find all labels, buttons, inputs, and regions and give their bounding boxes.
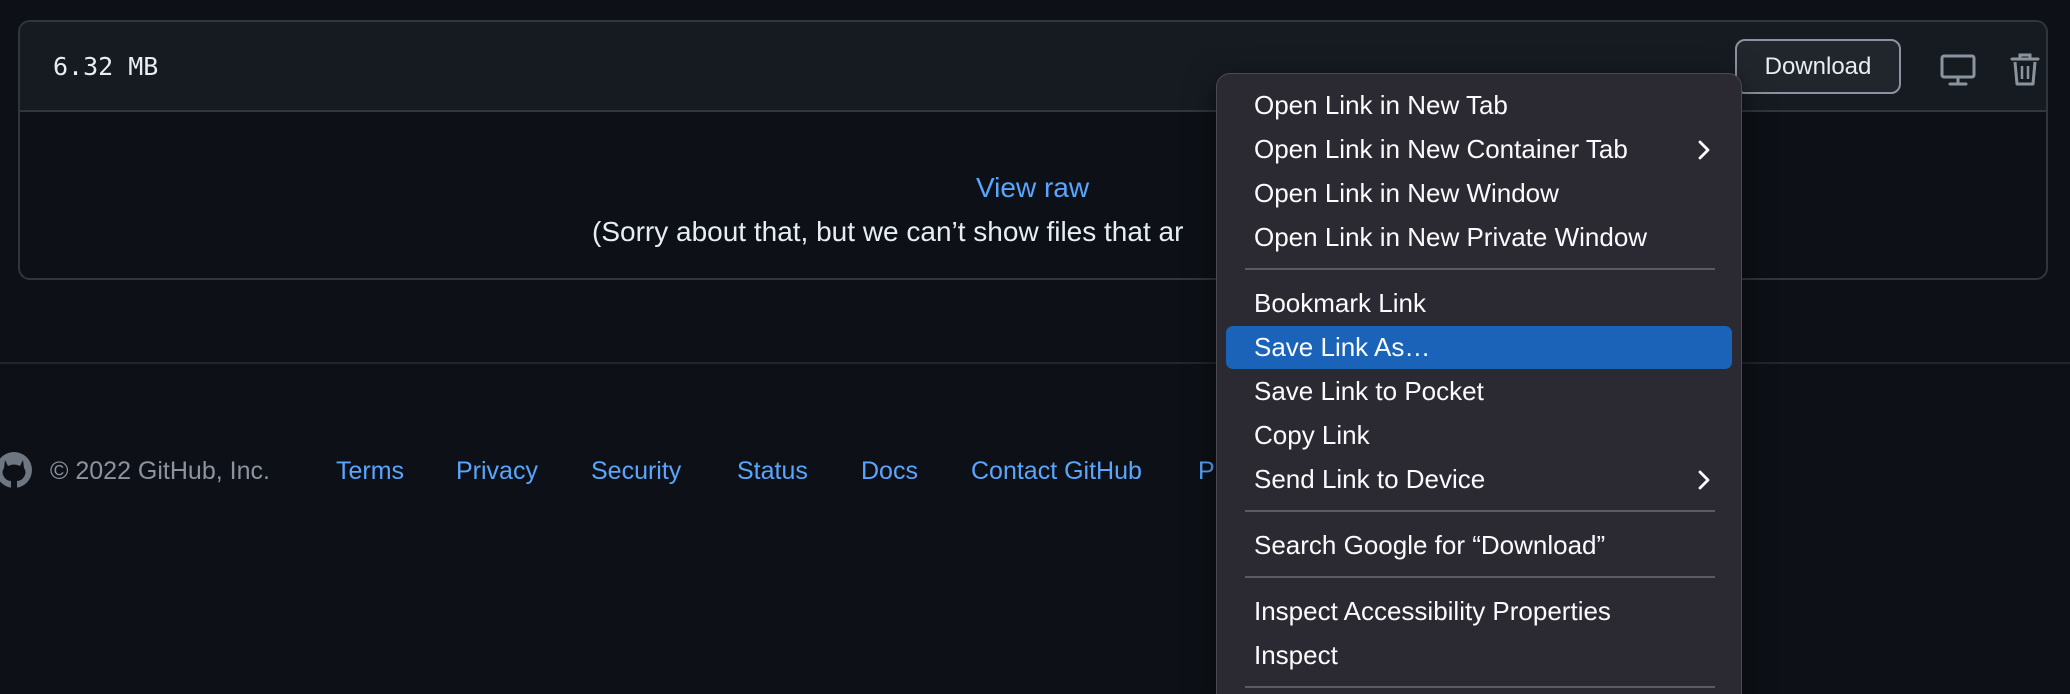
menu-item-open-new-tab[interactable]: Open Link in New Tab	[1226, 84, 1732, 127]
context-menu: Open Link in New Tab Open Link in New Co…	[1216, 73, 1742, 694]
menu-item-bookmark-link[interactable]: Bookmark Link	[1226, 282, 1732, 325]
desktop-icon[interactable]	[1938, 50, 1978, 90]
menu-item-inspect-accessibility[interactable]: Inspect Accessibility Properties	[1226, 590, 1732, 633]
menu-item-label: Open Link in New Private Window	[1254, 222, 1648, 252]
menu-item-label: Bookmark Link	[1254, 288, 1426, 318]
menu-item-open-container-tab[interactable]: Open Link in New Container Tab	[1226, 128, 1732, 171]
file-box: 6.32 MB Download View raw (Sorry about t…	[18, 20, 2048, 280]
menu-separator	[1245, 576, 1715, 578]
menu-item-label: Save Link As…	[1254, 332, 1431, 362]
file-header: 6.32 MB Download	[20, 22, 2046, 112]
footer-link-contact-github[interactable]: Contact GitHub	[971, 457, 1142, 486]
footer-link-status[interactable]: Status	[737, 457, 808, 486]
footer-link-security[interactable]: Security	[591, 457, 681, 486]
menu-item-save-to-pocket[interactable]: Save Link to Pocket	[1226, 370, 1732, 413]
file-too-large-message: (Sorry about that, but we can’t show fil…	[592, 216, 1184, 247]
menu-item-label: Search Google for “Download”	[1254, 530, 1606, 560]
menu-separator	[1245, 268, 1715, 270]
menu-item-label: Inspect	[1254, 640, 1338, 670]
trash-icon[interactable]	[2007, 50, 2046, 90]
menu-item-open-new-window[interactable]: Open Link in New Window	[1226, 172, 1732, 215]
chevron-right-icon	[1698, 470, 1710, 490]
file-body: View raw (Sorry about that, but we can’t…	[20, 112, 2046, 278]
menu-separator	[1245, 510, 1715, 512]
menu-item-copy-link[interactable]: Copy Link	[1226, 414, 1732, 457]
menu-item-send-to-device[interactable]: Send Link to Device	[1226, 458, 1732, 501]
menu-item-label: Inspect Accessibility Properties	[1254, 596, 1611, 626]
menu-item-save-link-as[interactable]: Save Link As…	[1226, 326, 1732, 369]
menu-item-open-private-window[interactable]: Open Link in New Private Window	[1226, 216, 1732, 259]
menu-item-label: Save Link to Pocket	[1254, 376, 1484, 406]
menu-separator	[1245, 686, 1715, 688]
footer-divider	[0, 362, 2070, 364]
footer-link-docs[interactable]: Docs	[861, 457, 918, 486]
github-logo-icon[interactable]	[0, 446, 34, 494]
footer-copyright: © 2022 GitHub, Inc.	[50, 457, 270, 485]
view-raw-link[interactable]: View raw	[976, 172, 1089, 204]
footer-link-privacy[interactable]: Privacy	[456, 457, 538, 486]
menu-item-label: Copy Link	[1254, 420, 1370, 450]
chevron-right-icon	[1698, 140, 1710, 160]
file-size: 6.32 MB	[53, 52, 159, 81]
footer-link-terms[interactable]: Terms	[336, 457, 404, 486]
menu-item-search-google[interactable]: Search Google for “Download”	[1226, 524, 1732, 567]
menu-item-label: Send Link to Device	[1254, 464, 1486, 494]
menu-item-label: Open Link in New Window	[1254, 178, 1559, 208]
menu-item-label: Open Link in New Container Tab	[1254, 134, 1628, 164]
menu-item-label: Open Link in New Tab	[1254, 90, 1508, 120]
github-file-page: 6.32 MB Download View raw (Sorry about t…	[0, 0, 2070, 694]
menu-item-inspect[interactable]: Inspect	[1226, 634, 1732, 677]
footer-link-pricing[interactable]: P	[1198, 457, 1215, 486]
download-button[interactable]: Download	[1735, 39, 1901, 94]
